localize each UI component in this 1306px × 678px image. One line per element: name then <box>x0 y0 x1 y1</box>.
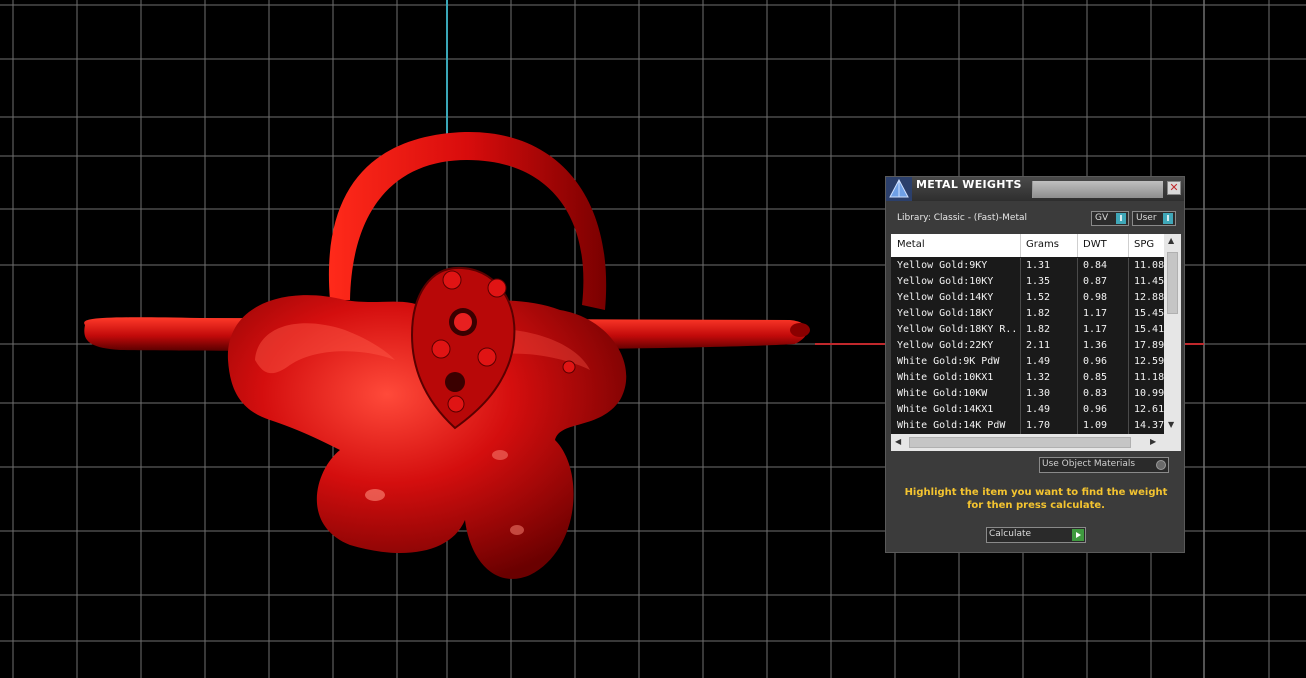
gv-label: GV <box>1095 213 1109 223</box>
grams-cell: 1.49 <box>1026 356 1051 367</box>
metal-cell: Yellow Gold:18KY <box>897 308 994 319</box>
spg-cell: 17.89 <box>1134 340 1164 351</box>
dwt-cell: 0.96 <box>1083 404 1108 415</box>
library-label: Library: Classic - (Fast)-Metal <box>897 213 1028 223</box>
column-header-spg[interactable]: SPG <box>1134 239 1154 250</box>
scrollbar-corner <box>1164 434 1181 451</box>
metal-table: Metal Grams DWT SPG Yellow Gold:9KY 1.31 0… <box>891 234 1181 451</box>
metal-cell: Yellow Gold:9KY <box>897 260 988 271</box>
column-header-metal[interactable]: Metal <box>897 239 925 250</box>
table-row[interactable]: White Gold:14KX1 1.49 0.96 12.61 <box>891 402 1164 418</box>
table-row[interactable]: White Gold:9K PdW 1.49 0.96 12.59 <box>891 354 1164 370</box>
gv-indicator-icon: I <box>1116 213 1126 224</box>
dwt-cell: 1.36 <box>1083 340 1108 351</box>
grams-cell: 1.82 <box>1026 324 1051 335</box>
gv-toggle[interactable]: GV I <box>1091 211 1129 226</box>
dwt-cell: 0.87 <box>1083 276 1108 287</box>
user-indicator-icon: I <box>1163 213 1173 224</box>
metal-weights-dialog: METAL WEIGHTS ✕ Library: Classic - (Fast… <box>885 176 1185 553</box>
metal-cell: White Gold:14K PdW <box>897 420 1006 431</box>
app-logo-icon <box>886 177 912 201</box>
metal-cell: White Gold:14KX1 <box>897 404 994 415</box>
spg-cell: 11.18 <box>1134 372 1164 383</box>
grams-cell: 1.32 <box>1026 372 1051 383</box>
spg-cell: 15.41 <box>1134 324 1164 335</box>
close-button[interactable]: ✕ <box>1167 181 1181 195</box>
dwt-cell: 0.83 <box>1083 388 1108 399</box>
dwt-cell: 1.17 <box>1083 308 1108 319</box>
user-label: User <box>1136 213 1157 223</box>
dwt-cell: 0.85 <box>1083 372 1108 383</box>
metal-cell: Yellow Gold:10KY <box>897 276 994 287</box>
grams-cell: 1.70 <box>1026 420 1051 431</box>
table-row[interactable]: Yellow Gold:18KY R... 1.82 1.17 15.41 <box>891 322 1164 338</box>
use-object-materials-button[interactable]: Use Object Materials <box>1039 457 1169 473</box>
scroll-left-icon[interactable]: ◀ <box>895 437 901 446</box>
column-header-grams[interactable]: Grams <box>1026 239 1059 250</box>
dwt-cell: 1.17 <box>1083 324 1108 335</box>
calculate-label: Calculate <box>989 529 1032 539</box>
vertical-scrollbar[interactable]: ▲ ▼ <box>1164 234 1181 434</box>
column-header-dwt[interactable]: DWT <box>1083 239 1107 250</box>
vertical-scroll-thumb[interactable] <box>1167 252 1178 314</box>
table-row[interactable]: Yellow Gold:14KY 1.52 0.98 12.88 <box>891 290 1164 306</box>
spg-cell: 12.59 <box>1134 356 1164 367</box>
table-row[interactable]: Yellow Gold:22KY 2.11 1.36 17.89 <box>891 338 1164 354</box>
spg-cell: 11.08 <box>1134 260 1164 271</box>
metal-cell: Yellow Gold:22KY <box>897 340 994 351</box>
table-row[interactable]: White Gold:10KX1 1.32 0.85 11.18 <box>891 370 1164 386</box>
spg-cell: 12.88 <box>1134 292 1164 303</box>
titlebar-fill <box>1032 181 1163 198</box>
grams-cell: 1.52 <box>1026 292 1051 303</box>
dwt-cell: 0.98 <box>1083 292 1108 303</box>
spg-cell: 12.61 <box>1134 404 1164 415</box>
scroll-right-icon[interactable]: ▶ <box>1150 437 1156 446</box>
grams-cell: 1.82 <box>1026 308 1051 319</box>
play-arrow-icon <box>1072 529 1084 541</box>
grams-cell: 1.35 <box>1026 276 1051 287</box>
horizontal-scroll-thumb[interactable] <box>909 437 1131 448</box>
table-row[interactable]: Yellow Gold:10KY 1.35 0.87 11.45 <box>891 274 1164 290</box>
dwt-cell: 0.96 <box>1083 356 1108 367</box>
dialog-titlebar[interactable]: METAL WEIGHTS ✕ <box>886 177 1184 201</box>
spg-cell: 15.45 <box>1134 308 1164 319</box>
use-object-materials-label: Use Object Materials <box>1042 459 1136 469</box>
spg-cell: 11.45 <box>1134 276 1164 287</box>
table-header: Metal Grams DWT SPG <box>891 234 1164 257</box>
spg-cell: 14.37 <box>1134 420 1164 431</box>
metal-cell: Yellow Gold:14KY <box>897 292 994 303</box>
grams-cell: 1.30 <box>1026 388 1051 399</box>
instructions-text: Highlight the item you want to find the … <box>904 487 1168 511</box>
dwt-cell: 0.84 <box>1083 260 1108 271</box>
grams-cell: 1.49 <box>1026 404 1051 415</box>
table-row[interactable]: Yellow Gold:9KY 1.31 0.84 11.08 <box>891 258 1164 274</box>
table-row[interactable]: White Gold:14K PdW 1.70 1.09 14.37 <box>891 418 1164 434</box>
horizontal-scrollbar[interactable]: ◀ ▶ <box>891 434 1164 451</box>
radio-icon <box>1156 460 1166 470</box>
dialog-title: METAL WEIGHTS <box>916 178 1022 191</box>
scroll-up-icon[interactable]: ▲ <box>1168 236 1174 245</box>
dwt-cell: 1.09 <box>1083 420 1108 431</box>
grams-cell: 1.31 <box>1026 260 1051 271</box>
user-toggle[interactable]: User I <box>1132 211 1176 226</box>
table-row[interactable]: Yellow Gold:18KY 1.82 1.17 15.45 <box>891 306 1164 322</box>
table-body: Yellow Gold:9KY 1.31 0.84 11.08 Yellow Gold:… <box>891 258 1164 434</box>
metal-cell: White Gold:10KX1 <box>897 372 994 383</box>
metal-cell: White Gold:10KW <box>897 388 988 399</box>
grams-cell: 2.11 <box>1026 340 1051 351</box>
calculate-button[interactable]: Calculate <box>986 527 1086 543</box>
metal-cell: White Gold:9K PdW <box>897 356 1000 367</box>
spg-cell: 10.99 <box>1134 388 1164 399</box>
scroll-down-icon[interactable]: ▼ <box>1168 420 1174 429</box>
table-row[interactable]: White Gold:10KW 1.30 0.83 10.99 <box>891 386 1164 402</box>
metal-cell: Yellow Gold:18KY R... <box>897 324 1019 335</box>
